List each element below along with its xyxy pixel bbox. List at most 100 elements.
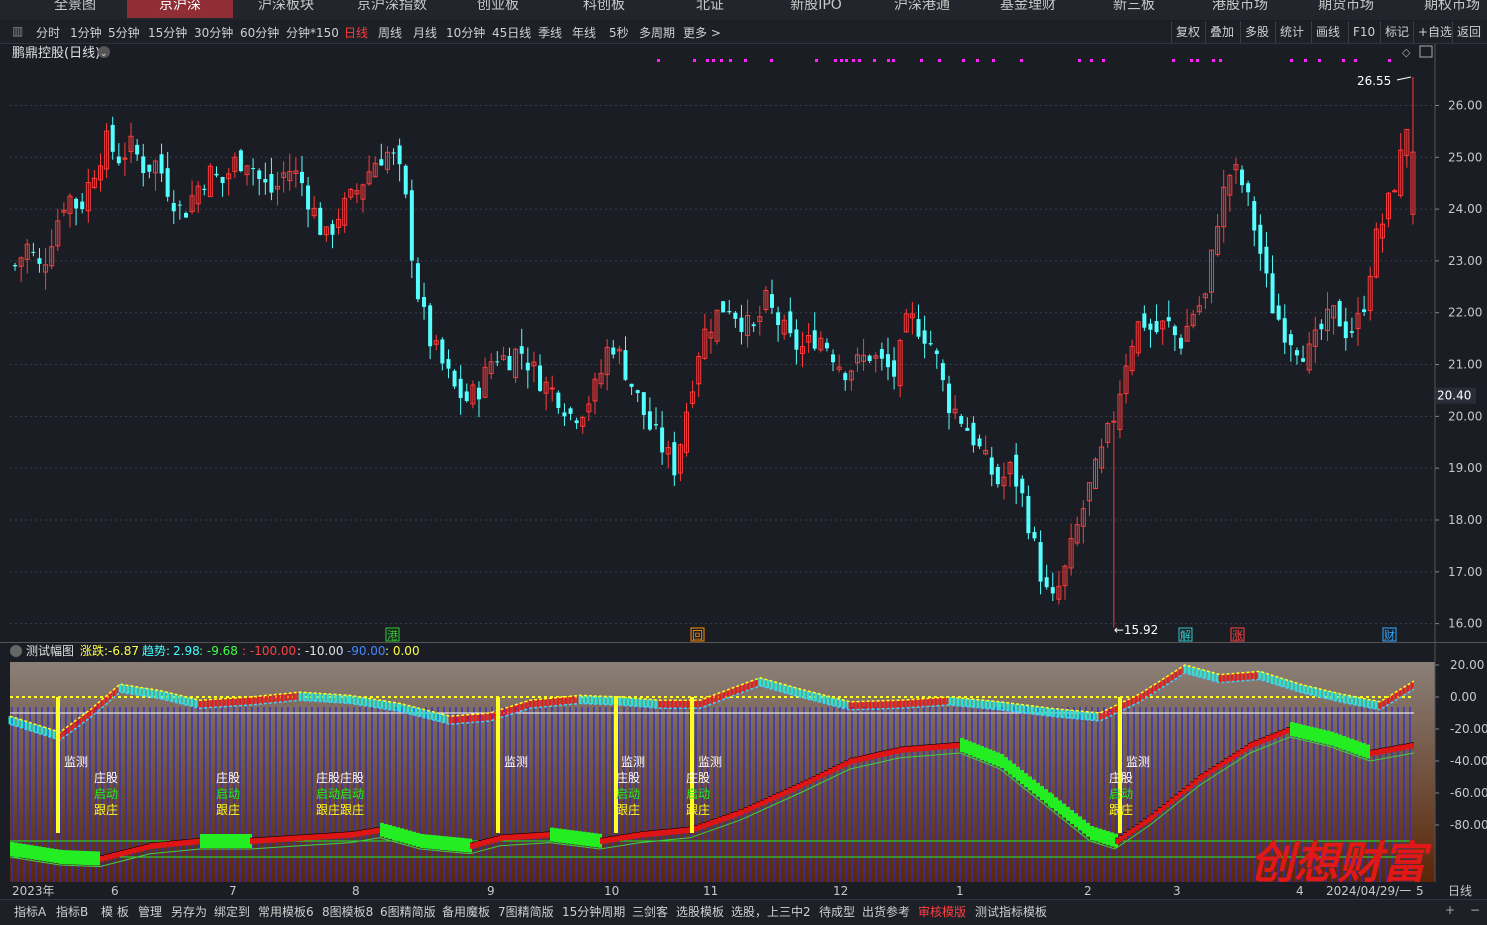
top-tab-10[interactable]: 新三板: [1081, 0, 1187, 18]
period-12[interactable]: 季线: [538, 24, 562, 41]
band-bar: [532, 832, 536, 839]
template-tab-9[interactable]: 备用魔板: [442, 903, 490, 920]
band-bar: [796, 783, 800, 790]
band-bar: [424, 834, 428, 849]
tool-7[interactable]: +自选: [1413, 21, 1456, 43]
template-tab-12[interactable]: 三剑客: [632, 903, 668, 920]
tool-4[interactable]: 画线: [1311, 21, 1344, 43]
signal-label: 启动: [616, 787, 640, 801]
band-bar: [886, 749, 890, 756]
top-tab-8[interactable]: 沪深港通: [869, 0, 975, 18]
top-tab-3[interactable]: 京沪深指数: [339, 0, 445, 18]
top-tab-0[interactable]: 全景图: [22, 0, 128, 18]
band-bar: [340, 832, 344, 839]
band-bar: [470, 842, 474, 849]
template-tab-6[interactable]: 常用模板6: [258, 903, 314, 920]
band-bar: [1334, 733, 1338, 748]
date-tick: 6: [111, 884, 119, 898]
period-1[interactable]: 1分钟: [70, 24, 102, 41]
band-bar: [250, 838, 254, 844]
band-bar: [760, 800, 764, 807]
tool-0[interactable]: 复权: [1171, 21, 1204, 43]
template-tab-14[interactable]: 选股，上三中2: [731, 903, 811, 920]
band-bar: [976, 744, 980, 759]
template-tab-15[interactable]: 待成型: [819, 903, 855, 920]
template-tab-11[interactable]: 15分钟周期: [562, 903, 625, 920]
band-bar: [170, 840, 174, 847]
template-tab-16[interactable]: 出货参考: [862, 903, 910, 920]
band-bar: [1106, 831, 1110, 846]
band-bar: [832, 766, 836, 773]
period-5[interactable]: 60分钟: [240, 24, 279, 41]
period-15[interactable]: 多周期: [639, 24, 675, 41]
period-6[interactable]: 分钟*150: [286, 24, 339, 41]
template-tab-4[interactable]: 另存为: [171, 903, 207, 920]
band-bar: [932, 744, 936, 751]
period-0[interactable]: 分时: [36, 24, 60, 41]
period-4[interactable]: 30分钟: [194, 24, 233, 41]
period-7[interactable]: 日线: [344, 24, 368, 41]
tool-2[interactable]: 多股: [1240, 21, 1273, 43]
band-bar: [120, 850, 124, 857]
template-tab-17[interactable]: 审核模版: [918, 903, 966, 920]
candlestick-chart[interactable]: 26.00 25.00 24.00 23.00 22.00 21.00 20.00 19.00…: [0, 44, 1487, 642]
band-bar: [812, 776, 816, 783]
template-tab-13[interactable]: 选股模板: [676, 903, 724, 920]
signal-label: 庄股: [216, 770, 240, 785]
band-bar: [706, 821, 710, 828]
top-tab-5[interactable]: 科创板: [551, 0, 657, 18]
top-tab-12[interactable]: 期货市场: [1293, 0, 1399, 18]
candle: [995, 463, 1000, 488]
period-8[interactable]: 周线: [378, 24, 402, 41]
signal-dot: [920, 59, 923, 62]
band-bar: [204, 834, 208, 848]
tool-6[interactable]: 标记: [1380, 21, 1413, 43]
period-3[interactable]: 15分钟: [148, 24, 187, 41]
period-10[interactable]: 10分钟: [446, 24, 485, 41]
band-bar: [824, 770, 828, 777]
signal-label: 庄股: [1109, 770, 1133, 785]
indicator-chart[interactable]: 测试幅图 涨跌: -6.87 趋势: 2.98: -9.68: -100.00: -10…: [0, 642, 1487, 898]
period-14[interactable]: 5秒: [609, 24, 629, 41]
band-bar: [1078, 816, 1082, 831]
template-tab-7[interactable]: 8图模板8: [322, 903, 373, 920]
top-tab-9[interactable]: 基金理财: [975, 0, 1081, 18]
top-tab-2[interactable]: 沪深板块: [233, 0, 339, 18]
top-tab-4[interactable]: 创业板: [445, 0, 551, 18]
minus-icon[interactable]: −: [1470, 903, 1480, 917]
template-tab-3[interactable]: 管理: [138, 903, 162, 920]
band-bar: [294, 835, 298, 842]
template-tab-2[interactable]: 模 板: [101, 903, 129, 920]
period-16[interactable]: 更多 >: [683, 24, 721, 41]
tool-8[interactable]: 返回: [1452, 21, 1485, 43]
template-tab-1[interactable]: 指标B: [56, 903, 88, 920]
template-tab-8[interactable]: 6图精简版: [380, 903, 436, 920]
band-bar: [324, 833, 328, 840]
tool-5[interactable]: F10: [1348, 21, 1379, 43]
top-tab-1[interactable]: 京沪深: [127, 0, 233, 18]
period-13[interactable]: 年线: [572, 24, 596, 41]
top-tab-13[interactable]: 期权市场: [1399, 0, 1487, 18]
template-tab-10[interactable]: 7图精简版: [498, 903, 554, 920]
signal-label: 跟庄: [686, 802, 710, 817]
add-icon[interactable]: +: [1445, 903, 1455, 917]
current-price: 20.40: [1437, 389, 1471, 403]
panel-toggle-icon[interactable]: ▥: [12, 24, 23, 38]
tool-1[interactable]: 叠加: [1205, 21, 1238, 43]
period-2[interactable]: 5分钟: [108, 24, 140, 41]
signal-label: 庄股: [94, 770, 118, 785]
period-9[interactable]: 月线: [413, 24, 437, 41]
template-tab-18[interactable]: 测试指标模板: [975, 903, 1047, 920]
top-tab-11[interactable]: 港股市场: [1187, 0, 1293, 18]
tool-3[interactable]: 统计: [1275, 21, 1308, 43]
template-tab-5[interactable]: 绑定到: [214, 903, 250, 920]
band-bar: [224, 834, 228, 848]
period-11[interactable]: 45日线: [492, 24, 531, 41]
template-tab-0[interactable]: 指标A: [14, 903, 46, 920]
price-tick: 20.00: [1448, 409, 1482, 423]
top-tab-6[interactable]: 北证: [657, 0, 763, 18]
price-tick: 25.00: [1448, 150, 1482, 164]
top-tab-7[interactable]: 新股IPO: [763, 0, 869, 18]
band-bar: [694, 825, 698, 832]
band-bar: [516, 833, 520, 840]
